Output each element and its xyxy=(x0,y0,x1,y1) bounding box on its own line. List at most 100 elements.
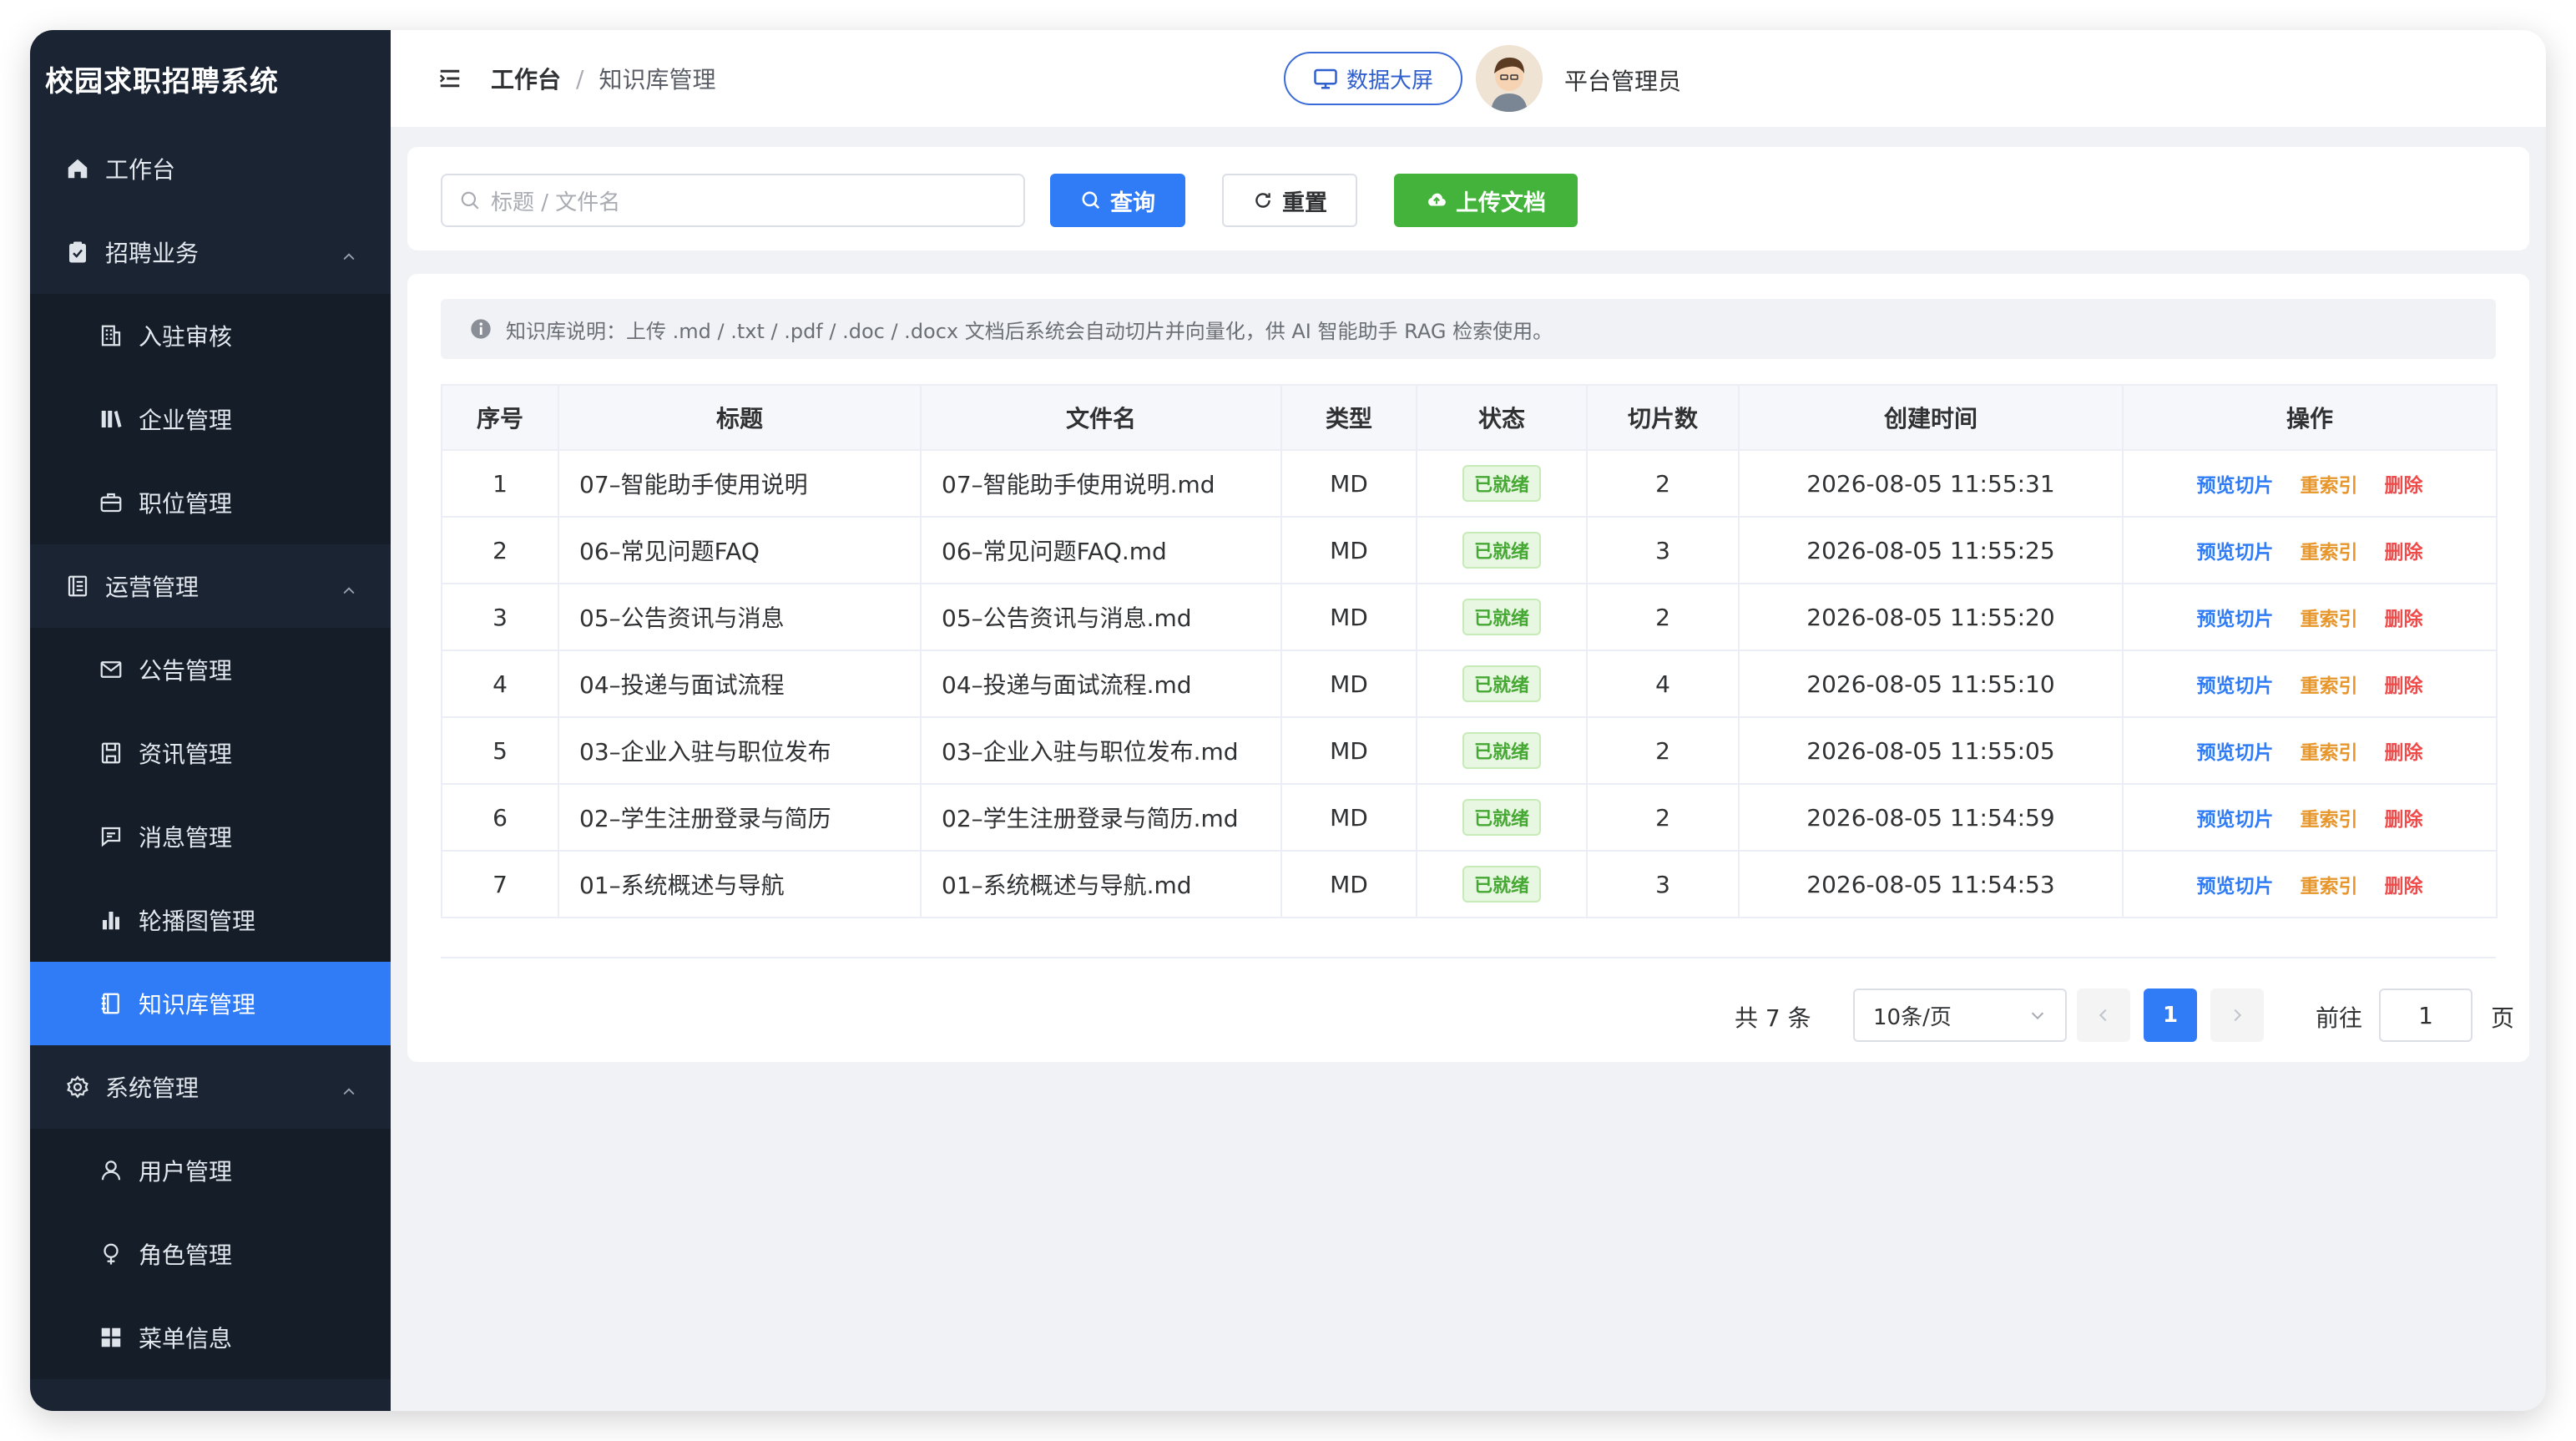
row-type: MD xyxy=(1280,716,1417,785)
sidebar-item-3[interactable]: 企业管理 xyxy=(30,377,391,461)
row-index: 2 xyxy=(441,516,559,584)
sidebar-item-11[interactable]: 系统管理 xyxy=(30,1045,391,1129)
sidebar: 校园求职招聘系统 工作台 招聘业务 入驻审核 企业管理 职位管理 运营管理 公告管理 资讯管理… xyxy=(30,30,391,1411)
briefcase-icon xyxy=(97,488,125,517)
column-header: 序号 xyxy=(441,384,559,451)
sidebar-item-label: 角色管理 xyxy=(139,1241,233,1269)
sidebar-item-0[interactable]: 工作台 xyxy=(30,127,391,210)
reindex-link[interactable]: 重索引 xyxy=(2301,603,2358,631)
delete-link[interactable]: 删除 xyxy=(2385,536,2423,564)
column-header: 类型 xyxy=(1280,384,1417,451)
preview-chunks-link[interactable]: 预览切片 xyxy=(2197,469,2274,498)
sidebar-item-7[interactable]: 资讯管理 xyxy=(30,711,391,795)
sidebar-item-13[interactable]: 角色管理 xyxy=(30,1212,391,1296)
row-actions: 预览切片 重索引 删除 xyxy=(2122,783,2498,852)
goto-page-input[interactable]: 1 xyxy=(2379,988,2472,1042)
delete-link[interactable]: 删除 xyxy=(2385,603,2423,631)
avatar[interactable] xyxy=(1476,45,1543,112)
sidebar-item-2[interactable]: 入驻审核 xyxy=(30,294,391,377)
status-badge: 已就绪 xyxy=(1462,732,1541,769)
search-panel: 标题 / 文件名 查询 重置 上传文档 xyxy=(407,147,2529,250)
status-badge: 已就绪 xyxy=(1462,866,1541,903)
page-size-select[interactable]: 10条/页 xyxy=(1853,988,2067,1042)
upload-label: 上传文档 xyxy=(1456,190,1546,216)
row-index: 3 xyxy=(441,583,559,651)
prev-page-button[interactable] xyxy=(2077,988,2130,1042)
preview-chunks-link[interactable]: 预览切片 xyxy=(2197,870,2274,898)
row-type: MD xyxy=(1280,583,1417,651)
library-icon xyxy=(97,405,125,433)
sidebar-item-8[interactable]: 消息管理 xyxy=(30,795,391,878)
row-title: 04–投递与面试流程 xyxy=(558,650,922,718)
reindex-link[interactable]: 重索引 xyxy=(2301,803,2358,832)
delete-link[interactable]: 删除 xyxy=(2385,736,2423,765)
sidebar-item-1[interactable]: 招聘业务 xyxy=(30,210,391,294)
row-title: 07–智能助手使用说明 xyxy=(558,449,922,518)
sidebar-item-label: 企业管理 xyxy=(139,407,233,434)
reindex-link[interactable]: 重索引 xyxy=(2301,736,2358,765)
row-index: 4 xyxy=(441,650,559,718)
reindex-link[interactable]: 重索引 xyxy=(2301,870,2358,898)
preview-chunks-link[interactable]: 预览切片 xyxy=(2197,736,2274,765)
upload-document-button[interactable]: 上传文档 xyxy=(1394,174,1578,227)
sidebar-item-label: 运营管理 xyxy=(105,574,200,601)
status-badge: 已就绪 xyxy=(1462,465,1541,502)
preview-chunks-link[interactable]: 预览切片 xyxy=(2197,803,2274,832)
data-screen-button[interactable]: 数据大屏 xyxy=(1284,52,1462,105)
preview-chunks-link[interactable]: 预览切片 xyxy=(2197,670,2274,698)
sidebar-item-6[interactable]: 公告管理 xyxy=(30,628,391,711)
search-icon xyxy=(461,191,479,210)
page-number-current[interactable]: 1 xyxy=(2144,988,2197,1042)
sidebar-item-14[interactable]: 菜单信息 xyxy=(30,1296,391,1379)
sidebar-menu: 工作台招聘业务入驻审核企业管理职位管理运营管理公告管理 资讯管理 消息管理轮播图管理… xyxy=(30,127,391,1379)
query-button[interactable]: 查询 xyxy=(1050,174,1185,227)
sidebar-item-label: 轮播图管理 xyxy=(139,908,256,935)
sidebar-item-4[interactable]: 职位管理 xyxy=(30,461,391,544)
row-filename: 06–常见问题FAQ.md xyxy=(920,516,1282,584)
chevron-down-icon xyxy=(2031,1012,2044,1020)
sidebar-item-label: 招聘业务 xyxy=(105,240,200,267)
sidebar-item-5[interactable]: 运营管理 xyxy=(30,544,391,628)
search-input[interactable]: 标题 / 文件名 xyxy=(441,174,1025,227)
row-created-time: 2026-08-05 11:55:31 xyxy=(1738,449,2124,518)
sidebar-item-9[interactable]: 轮播图管理 xyxy=(30,878,391,962)
delete-link[interactable]: 删除 xyxy=(2385,670,2423,698)
search-placeholder: 标题 / 文件名 xyxy=(491,190,621,215)
row-title: 03–企业入驻与职位发布 xyxy=(558,716,922,785)
delete-link[interactable]: 删除 xyxy=(2385,870,2423,898)
row-created-time: 2026-08-05 11:54:53 xyxy=(1738,850,2124,918)
row-actions: 预览切片 重索引 删除 xyxy=(2122,650,2498,718)
row-created-time: 2026-08-05 11:55:10 xyxy=(1738,650,2124,718)
preview-chunks-link[interactable]: 预览切片 xyxy=(2197,603,2274,631)
table-row: 7 01–系统概述与导航 01–系统概述与导航.md MD 已就绪 3 2026-08-05… xyxy=(441,850,2498,918)
delete-link[interactable]: 删除 xyxy=(2385,803,2423,832)
preview-chunks-link[interactable]: 预览切片 xyxy=(2197,536,2274,564)
row-actions: 预览切片 重索引 删除 xyxy=(2122,850,2498,918)
row-type: MD xyxy=(1280,516,1417,584)
sidebar-item-label: 工作台 xyxy=(105,156,176,184)
reindex-link[interactable]: 重索引 xyxy=(2301,469,2358,498)
row-filename: 05–公告资讯与消息.md xyxy=(920,583,1282,651)
reset-label: 重置 xyxy=(1282,190,1327,216)
sidebar-item-10[interactable]: 知识库管理 xyxy=(30,962,391,1045)
row-status-cell: 已就绪 xyxy=(1416,850,1588,918)
column-header: 状态 xyxy=(1416,384,1588,451)
menu-collapse-icon[interactable] xyxy=(437,66,462,91)
breadcrumb-home[interactable]: 工作台 xyxy=(491,62,561,95)
username[interactable]: 平台管理员 xyxy=(1564,63,1681,97)
row-index: 1 xyxy=(441,449,559,518)
sidebar-item-12[interactable]: 用户管理 xyxy=(30,1129,391,1212)
row-chunks: 4 xyxy=(1586,650,1740,718)
reindex-link[interactable]: 重索引 xyxy=(2301,670,2358,698)
table-header-row: 序号 标题 文件名 类型 状态 切片数 创建时间 操作 xyxy=(441,384,2498,451)
reset-button[interactable]: 重置 xyxy=(1222,174,1357,227)
next-page-button[interactable] xyxy=(2210,988,2264,1042)
knowledge-table: 序号 标题 文件名 类型 状态 切片数 创建时间 操作 1 07–智能助手使用说明 07–智能助手… xyxy=(441,384,2498,918)
row-chunks: 3 xyxy=(1586,850,1740,918)
search-icon xyxy=(1082,191,1100,210)
delete-link[interactable]: 删除 xyxy=(2385,469,2423,498)
status-badge: 已就绪 xyxy=(1462,532,1541,569)
reindex-link[interactable]: 重索引 xyxy=(2301,536,2358,564)
table-row: 2 06–常见问题FAQ 06–常见问题FAQ.md MD 已就绪 3 2026-08-05… xyxy=(441,516,2498,584)
status-badge: 已就绪 xyxy=(1462,799,1541,836)
